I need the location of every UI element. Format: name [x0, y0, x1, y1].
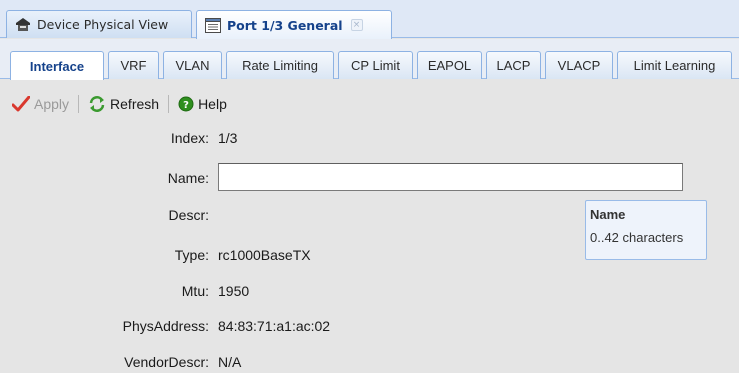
tab-vlan[interactable]: VLAN: [163, 51, 222, 79]
refresh-icon: [88, 96, 106, 112]
tab-label: Device Physical View: [37, 17, 169, 32]
refresh-button[interactable]: Refresh: [84, 93, 163, 115]
tab-interface[interactable]: Interface: [10, 51, 104, 80]
help-button[interactable]: ? Help: [174, 93, 231, 115]
apply-label: Apply: [34, 96, 70, 112]
form-row-mtu: Mtu: 1950: [0, 281, 739, 301]
tab-device-physical-view[interactable]: Device Physical View: [6, 10, 192, 38]
close-icon[interactable]: ×: [350, 19, 363, 31]
refresh-label: Refresh: [110, 96, 160, 112]
document-icon: [205, 17, 221, 33]
mtu-label: Mtu:: [181, 283, 209, 299]
form-row-vendordescr: VendorDescr: N/A: [0, 352, 739, 372]
mtu-value: 1950: [218, 283, 250, 299]
svg-text:?: ?: [183, 100, 189, 111]
toolbar-divider: [168, 95, 170, 113]
vendordescr-label: VendorDescr:: [124, 354, 209, 370]
tab-label: Port 1/3 General: [227, 17, 343, 33]
descr-label: Descr:: [168, 207, 209, 223]
tab-rate-limiting[interactable]: Rate Limiting: [226, 51, 334, 79]
checkmark-icon: [12, 96, 30, 112]
index-value: 1/3: [218, 130, 238, 146]
name-label: Name:: [167, 170, 209, 186]
tab-vrf[interactable]: VRF: [108, 51, 159, 79]
toolbar: Apply Refresh ? Help: [0, 80, 739, 128]
sub-tab-bar: Interface VRF VLAN Rate Limiting CP Limi…: [0, 39, 739, 80]
tooltip-text: 0..42 characters: [590, 230, 684, 245]
physaddress-label: PhysAddress:: [122, 318, 209, 334]
device-icon: [15, 17, 31, 32]
help-icon: ?: [178, 96, 194, 112]
apply-button[interactable]: Apply: [8, 93, 73, 115]
tab-limit-learning[interactable]: Limit Learning: [617, 51, 732, 79]
form-row-index: Index: 1/3: [0, 128, 739, 148]
toolbar-divider: [78, 95, 80, 113]
type-label: Type:: [174, 247, 209, 263]
tab-port-general[interactable]: Port 1/3 General ×: [196, 10, 392, 39]
tab-lacp[interactable]: LACP: [486, 51, 541, 79]
type-value: rc1000BaseTX: [218, 247, 311, 263]
tab-cp-limit[interactable]: CP Limit: [338, 51, 413, 79]
form-row-name: Name:: [0, 163, 739, 191]
help-label: Help: [198, 96, 227, 112]
tab-eapol[interactable]: EAPOL: [417, 51, 482, 79]
tab-vlacp[interactable]: VLACP: [545, 51, 613, 79]
document-tab-bar: Device Physical View Port 1/3 General ×: [0, 0, 739, 39]
tooltip-title: Name: [590, 207, 626, 222]
vendordescr-value: N/A: [218, 354, 242, 370]
form-row-physaddress: PhysAddress: 84:83:71:a1:ac:02: [0, 316, 739, 336]
index-label: Index:: [170, 130, 209, 146]
name-input[interactable]: [218, 163, 683, 191]
physaddress-value: 84:83:71:a1:ac:02: [218, 318, 331, 334]
name-tooltip: Name 0..42 characters: [585, 200, 707, 260]
